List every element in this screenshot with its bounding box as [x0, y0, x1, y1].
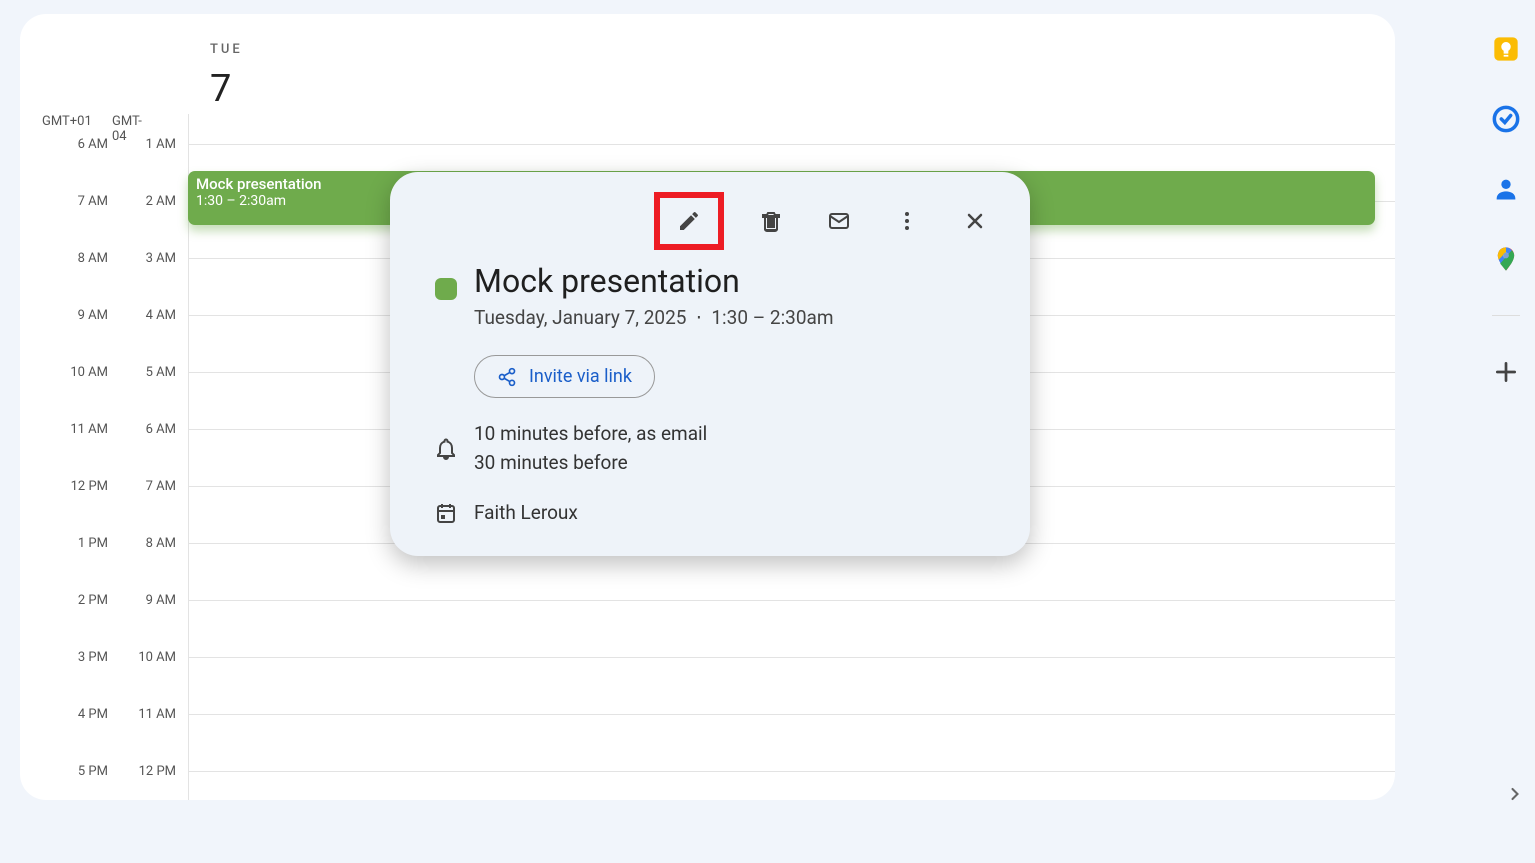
hour-row[interactable]: 3 PM10 AM — [188, 657, 1395, 714]
hour-label-primary: 2 PM — [58, 593, 108, 608]
hour-row[interactable]: 5 PM12 PM — [188, 771, 1395, 800]
hour-label-primary: 12 PM — [58, 479, 108, 494]
reminders-row: 10 minutes before, as email 30 minutes b… — [418, 420, 1002, 477]
timezone-primary: GMT+01 — [42, 114, 92, 129]
hour-label-secondary: 1 AM — [126, 137, 176, 152]
hour-label-primary: 9 AM — [58, 308, 108, 323]
hour-label-secondary: 10 AM — [126, 650, 176, 665]
edit-button[interactable] — [668, 200, 710, 242]
share-icon — [497, 367, 517, 387]
hour-label-secondary: 2 AM — [126, 194, 176, 209]
more-vert-icon — [895, 209, 919, 233]
show-side-panel-button[interactable] — [1505, 784, 1525, 808]
maps-app-icon[interactable] — [1492, 245, 1520, 273]
hour-label-secondary: 7 AM — [126, 479, 176, 494]
delete-button[interactable] — [750, 200, 792, 242]
event-color-chip — [435, 278, 457, 300]
event-popover: Mock presentation Tuesday, January 7, 20… — [390, 172, 1030, 556]
chevron-right-icon — [1505, 784, 1525, 804]
hour-label-primary: 8 AM — [58, 251, 108, 266]
popover-title: Mock presentation — [474, 262, 834, 300]
envelope-icon — [827, 209, 851, 233]
invite-label: Invite via link — [529, 366, 632, 387]
keep-app-icon[interactable] — [1492, 35, 1520, 63]
edit-highlight — [654, 192, 724, 250]
plus-icon — [1493, 359, 1519, 385]
options-button[interactable] — [886, 200, 928, 242]
hour-label-secondary: 3 AM — [126, 251, 176, 266]
hour-label-primary: 1 PM — [58, 536, 108, 551]
hour-label-secondary: 9 AM — [126, 593, 176, 608]
organizer-name: Faith Leroux — [474, 499, 578, 528]
calendar-icon — [434, 501, 458, 525]
hour-label-primary: 7 AM — [58, 194, 108, 209]
hour-label-secondary: 11 AM — [126, 707, 176, 722]
hour-label-secondary: 12 PM — [126, 764, 176, 779]
popover-toolbar — [418, 192, 1002, 250]
hour-label-secondary: 6 AM — [126, 422, 176, 437]
day-of-week: TUE — [210, 42, 243, 57]
hour-label-primary: 4 PM — [58, 707, 108, 722]
hour-label-primary: 3 PM — [58, 650, 108, 665]
hour-label-secondary: 4 AM — [126, 308, 176, 323]
tasks-app-icon[interactable] — [1492, 105, 1520, 133]
hour-label-primary: 11 AM — [58, 422, 108, 437]
invite-via-link-button[interactable]: Invite via link — [474, 355, 655, 398]
hour-label-primary: 10 AM — [58, 365, 108, 380]
popover-datetime: Tuesday, January 7, 2025 ⋅ 1:30 – 2:30am — [474, 306, 834, 329]
day-header: TUE 7 — [210, 42, 243, 111]
day-number: 7 — [210, 67, 243, 111]
email-button[interactable] — [818, 200, 860, 242]
close-icon — [963, 209, 987, 233]
hour-label-secondary: 8 AM — [126, 536, 176, 551]
bell-icon — [434, 437, 458, 461]
get-addons-button[interactable] — [1492, 358, 1520, 386]
reminder-1: 10 minutes before, as email — [474, 420, 707, 449]
contacts-app-icon[interactable] — [1492, 175, 1520, 203]
hour-label-primary: 6 AM — [58, 137, 108, 152]
rail-separator — [1492, 315, 1520, 316]
organizer-row: Faith Leroux — [418, 499, 1002, 528]
reminder-2: 30 minutes before — [474, 449, 707, 478]
hour-label-secondary: 5 AM — [126, 365, 176, 380]
hour-row[interactable]: 2 PM9 AM — [188, 600, 1395, 657]
hour-row[interactable]: 4 PM11 AM — [188, 714, 1395, 771]
side-panel — [1485, 35, 1527, 386]
pencil-icon — [677, 209, 701, 233]
close-button[interactable] — [954, 200, 996, 242]
trash-icon — [759, 209, 783, 233]
hour-label-primary: 5 PM — [58, 764, 108, 779]
